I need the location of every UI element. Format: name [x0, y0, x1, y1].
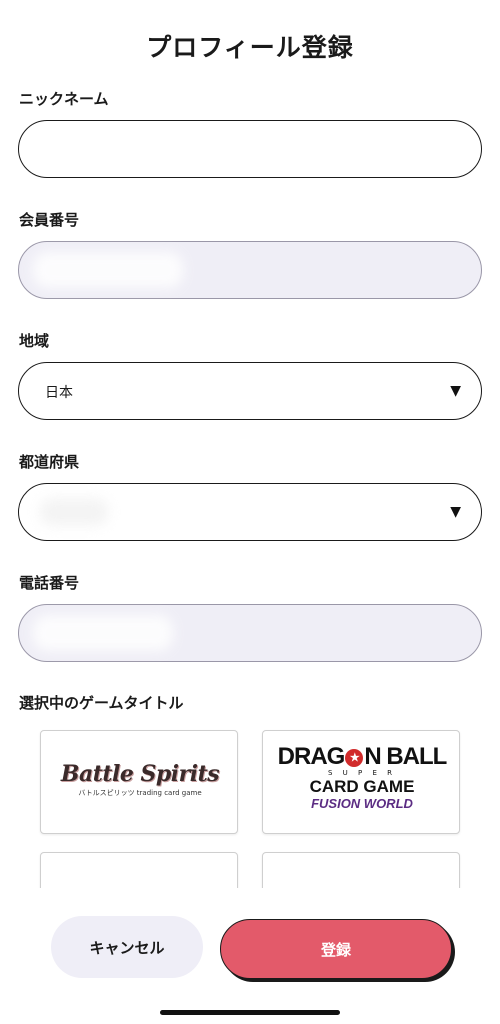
nickname-input[interactable] — [18, 120, 482, 178]
member-number-field — [18, 241, 482, 299]
phone-field — [18, 604, 482, 662]
redacted-value — [39, 498, 109, 526]
page-title: プロフィール登録 — [146, 33, 354, 62]
game-cards-list[interactable]: Battle Spirits バトルスピリッツ trading card gam… — [0, 720, 500, 888]
dragon-ball-card-game-text: CARD GAME — [309, 777, 415, 796]
prefecture-label: 都道府県 — [19, 453, 80, 471]
member-number-label: 会員番号 — [19, 211, 80, 229]
region-select[interactable]: 日本 ▼ — [18, 362, 482, 420]
prefecture-select[interactable]: ▼ — [18, 483, 482, 541]
game-card-battle-spirits[interactable]: Battle Spirits バトルスピリッツ trading card gam… — [40, 730, 238, 834]
phone-label: 電話番号 — [19, 574, 80, 592]
dragon-ball-logo-right: N BALL — [364, 743, 447, 770]
footer-bar: キャンセル 登録 — [0, 888, 500, 1024]
battle-spirits-logo: Battle Spirits バトルスピリッツ trading card gam… — [41, 761, 239, 798]
game-card-4[interactable] — [262, 852, 460, 888]
register-button[interactable]: 登録 — [220, 919, 452, 979]
dragon-ball-logo: DRAG ★ N BALL S U P E R CARD GAME FUSION W… — [263, 743, 461, 811]
dragon-ball-star-icon: ★ — [345, 749, 364, 767]
dropdown-caret-icon: ▼ — [450, 383, 461, 399]
battle-spirits-subtitle: バトルスピリッツ trading card game — [78, 789, 202, 797]
battle-spirits-logo-text: Battle Spirits — [60, 761, 220, 787]
redacted-value — [33, 252, 183, 288]
game-card-dragon-ball[interactable]: DRAG ★ N BALL S U P E R CARD GAME FUSION W… — [262, 730, 460, 834]
region-label: 地域 — [19, 332, 50, 350]
cancel-button[interactable]: キャンセル — [51, 916, 203, 978]
nickname-label: ニックネーム — [19, 90, 109, 108]
games-label: 選択中のゲームタイトル — [19, 694, 184, 712]
game-card-3[interactable] — [40, 852, 238, 888]
dragon-ball-super-text: S U P E R — [328, 769, 396, 777]
home-indicator — [160, 1010, 340, 1015]
dragon-ball-fusion-world-text: FUSION WORLD — [311, 796, 413, 811]
dropdown-caret-icon: ▼ — [450, 504, 461, 520]
region-value: 日本 — [45, 385, 73, 401]
dragon-ball-logo-left: DRAG — [277, 743, 346, 770]
redacted-value — [33, 615, 173, 651]
